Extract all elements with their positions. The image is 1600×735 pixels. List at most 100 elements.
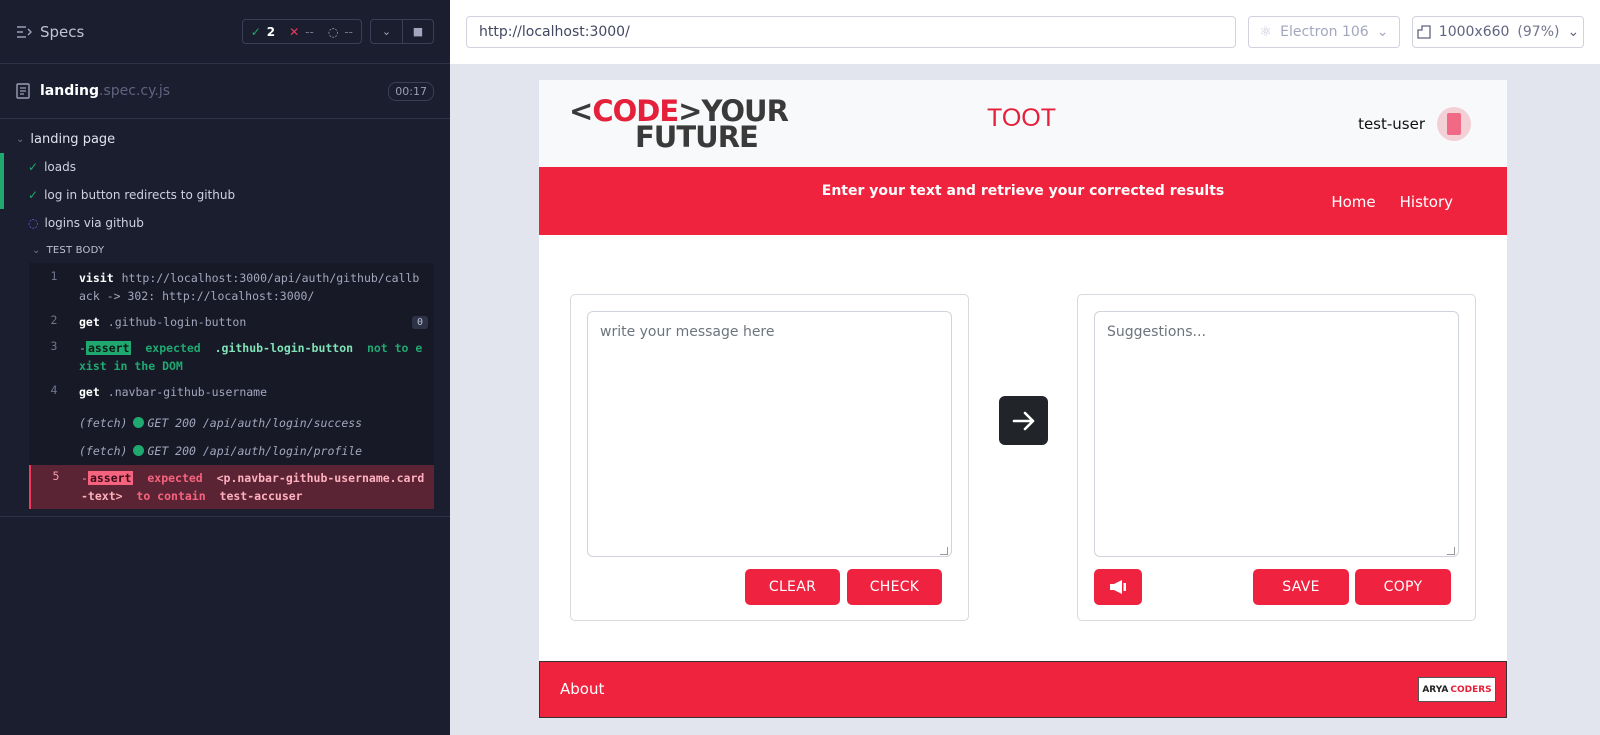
stop-icon[interactable]: ■ xyxy=(402,20,433,43)
logo-text: CODERS xyxy=(1450,684,1492,695)
zoom-level: (97%) xyxy=(1517,24,1560,40)
command-prefix: - xyxy=(79,341,86,355)
command-number xyxy=(29,442,79,460)
save-button[interactable]: SAVE xyxy=(1253,569,1349,605)
command-number: 3 xyxy=(50,339,58,353)
command-name: (fetch) xyxy=(79,416,128,430)
running-spinner-icon: ◌ xyxy=(28,216,39,230)
logo-text: < xyxy=(569,93,593,128)
command-row[interactable]: (fetch) GET 200 /api/auth/login/success xyxy=(29,405,434,436)
suggestions-textarea[interactable]: Suggestions... xyxy=(1094,311,1459,557)
submit-arrow-button[interactable] xyxy=(999,396,1048,445)
chevron-down-icon: ⌄ xyxy=(1567,24,1580,40)
failed-count: -- xyxy=(305,24,314,39)
nav-home-link[interactable]: Home xyxy=(1331,193,1375,211)
reporter-header: Specs ✓ 2 ✕ -- ◌ -- ⌄ ■ xyxy=(0,0,450,64)
assert-subject: .github-login-button xyxy=(214,341,354,355)
user-info: test-user xyxy=(1358,107,1471,141)
spec-name: landing xyxy=(40,83,100,99)
command-message: .github-login-button xyxy=(107,315,247,329)
command-number: 4 xyxy=(50,383,58,397)
command-name: visit xyxy=(79,271,114,285)
command-number xyxy=(29,414,79,432)
status-dot-icon xyxy=(133,445,145,456)
command-row[interactable]: 1 visit http://localhost:3000/api/auth/gi… xyxy=(29,263,434,309)
aut-toolbar: http://localhost:3000/ ⚛ Electron 106 ⌄ … xyxy=(450,0,1600,64)
command-row[interactable]: 2 get .github-login-button 0 xyxy=(29,309,434,335)
assert-word: expected xyxy=(147,471,203,485)
specs-toggle[interactable]: Specs xyxy=(16,23,84,41)
test-label: logins via github xyxy=(44,216,144,230)
command-row-failed[interactable]: 5 - assert expected <p.navbar-github-user… xyxy=(29,465,434,509)
navbar-github-username: test-user xyxy=(1358,115,1425,133)
test-logins-via-github[interactable]: ◌ logins via github xyxy=(0,209,450,237)
failed-x-icon: ✕ xyxy=(289,24,300,39)
command-number: 5 xyxy=(52,469,60,483)
codeyourfuture-logo[interactable]: <CODE>YOUR FUTURE xyxy=(569,96,789,151)
ruler-icon xyxy=(1417,25,1431,39)
chevron-down-icon: ⌄ xyxy=(1376,24,1389,40)
input-card: write your message here CLEAR CHECK xyxy=(570,294,969,621)
command-row[interactable]: 3 - assert expected .github-login-button … xyxy=(29,335,434,379)
brand-title: TOOT xyxy=(987,104,1056,132)
document-icon xyxy=(16,83,30,99)
viewport-selector[interactable]: 1000x660 (97%) ⌄ xyxy=(1412,16,1584,48)
copy-button[interactable]: COPY xyxy=(1355,569,1451,605)
browser-selector[interactable]: ⚛ Electron 106 ⌄ xyxy=(1248,16,1400,48)
command-row[interactable]: (fetch) GET 200 /api/auth/login/profile xyxy=(29,436,434,465)
about-link[interactable]: About xyxy=(560,680,604,698)
message-textarea[interactable]: write your message here xyxy=(587,311,952,557)
specs-label: Specs xyxy=(40,22,85,41)
command-row[interactable]: 4 get .navbar-github-username xyxy=(29,379,434,405)
suite-title[interactable]: ⌄ landing page xyxy=(0,125,450,153)
passed-count: 2 xyxy=(266,24,276,39)
status-dot-icon xyxy=(133,417,145,428)
avatar[interactable] xyxy=(1437,107,1471,141)
command-number: 1 xyxy=(50,269,58,283)
arya-coders-logo[interactable]: ARYA CODERS xyxy=(1418,677,1496,702)
command-message: GET 200 /api/auth/login/success xyxy=(147,416,363,430)
test-body-label: TEST BODY xyxy=(46,244,105,256)
test-label: log in button redirects to github xyxy=(44,188,236,202)
browser-label: Electron 106 xyxy=(1280,24,1369,40)
pending-spinner-icon: ◌ xyxy=(327,24,339,39)
speak-button[interactable] xyxy=(1094,569,1142,605)
pass-check-icon: ✓ xyxy=(28,188,39,202)
run-controls: ⌄ ■ xyxy=(370,19,434,44)
app-under-test: <CODE>YOUR FUTURE TOOT test-user Enter y… xyxy=(539,80,1507,718)
command-number: 2 xyxy=(50,313,58,327)
pass-check-icon: ✓ xyxy=(28,160,39,174)
specs-list-icon xyxy=(17,25,32,38)
assert-word: to contain xyxy=(136,489,206,503)
command-name: get xyxy=(79,315,100,329)
command-prefix: - xyxy=(81,471,88,485)
divider xyxy=(0,516,450,517)
megaphone-icon xyxy=(1110,580,1126,594)
suite-label: landing page xyxy=(30,131,116,147)
check-button[interactable]: CHECK xyxy=(847,569,942,605)
resize-handle[interactable] xyxy=(940,547,948,555)
assert-word: expected xyxy=(145,341,201,355)
electron-icon: ⚛ xyxy=(1259,24,1273,40)
passed-check-icon: ✓ xyxy=(250,24,261,39)
app-header: <CODE>YOUR FUTURE TOOT test-user xyxy=(539,80,1507,167)
nav-history-link[interactable]: History xyxy=(1400,193,1453,211)
spec-file-row: landing .spec.cy.js 00:17 xyxy=(0,64,450,119)
arrow-right-icon xyxy=(1012,411,1034,430)
command-log: 1 visit http://localhost:3000/api/auth/gi… xyxy=(29,263,434,509)
cypress-reporter: Specs ✓ 2 ✕ -- ◌ -- ⌄ ■ landing .spec.cy… xyxy=(0,0,450,735)
assert-tag: assert xyxy=(87,471,134,485)
command-message: http://localhost:3000/api/auth/github/ca… xyxy=(79,271,420,303)
chevron-down-icon: ⌄ xyxy=(32,244,41,256)
url-field[interactable]: http://localhost:3000/ xyxy=(466,16,1236,48)
clear-button[interactable]: CLEAR xyxy=(745,569,840,605)
test-login-redirect[interactable]: ✓ log in button redirects to github xyxy=(0,181,450,209)
test-stats: ✓ 2 ✕ -- ◌ -- xyxy=(241,19,362,44)
test-loads[interactable]: ✓ loads xyxy=(0,153,450,181)
resize-handle[interactable] xyxy=(1447,547,1455,555)
chevron-down-icon[interactable]: ⌄ xyxy=(371,20,402,43)
assert-tag: assert xyxy=(85,341,132,355)
viewport-size: 1000x660 xyxy=(1438,24,1510,40)
command-message: GET 200 /api/auth/login/profile xyxy=(147,444,363,458)
test-body-toggle[interactable]: ⌄ TEST BODY xyxy=(0,237,450,263)
